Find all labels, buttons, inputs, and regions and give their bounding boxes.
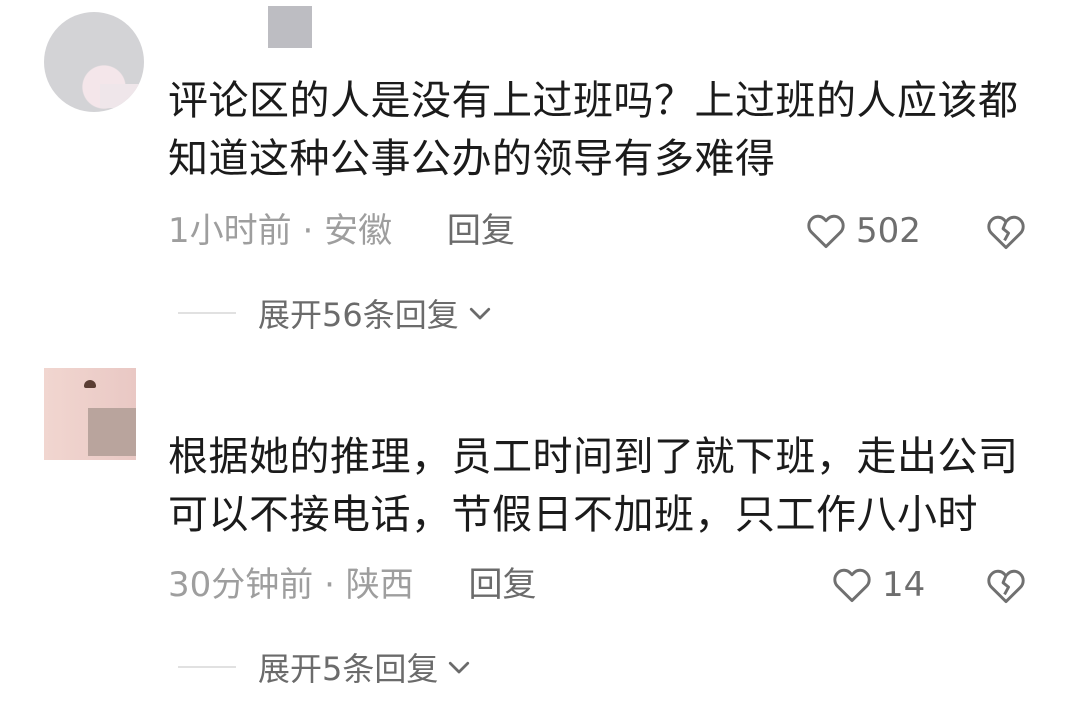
comment-text: 评论区的人是没有上过班吗？上过班的人应该都知道这种公事公办的领导有多难得	[168, 78, 1019, 182]
comment-location: 陕西	[345, 565, 414, 605]
expand-replies-label: 展开56条回复	[258, 296, 459, 334]
broken-heart-icon	[987, 569, 1025, 604]
chevron-down-icon	[469, 307, 490, 320]
comment-location: 安徽	[324, 211, 393, 251]
comment-meta: 30分钟前 · 陕西 回复	[168, 562, 768, 608]
like-button[interactable]: 502	[804, 208, 921, 254]
comment-item: 根据她的推理，员工时间到了就下班，走出公司可以不接电话，节假日不加班，只工作八小…	[0, 360, 1080, 724]
comment-meta: 1小时前 · 安徽 回复	[168, 208, 768, 254]
dislike-button[interactable]	[984, 564, 1028, 608]
divider-line	[178, 666, 236, 668]
expand-replies-button[interactable]: 展开5条回复	[178, 644, 474, 690]
meta-separator: ·	[324, 565, 335, 605]
expand-replies-button[interactable]: 展开56条回复	[178, 290, 495, 336]
broken-heart-icon	[987, 215, 1025, 250]
chevron-down-icon	[449, 661, 470, 674]
divider-line	[178, 312, 236, 314]
reply-button[interactable]: 回复	[469, 565, 537, 605]
username-redacted[interactable]	[268, 6, 312, 48]
expand-replies-label: 展开5条回复	[258, 650, 439, 688]
comment-item: 评论区的人是没有上过班吗？上过班的人应该都知道这种公事公办的领导有多难得 1小时…	[0, 0, 1080, 360]
avatar[interactable]	[44, 368, 136, 460]
meta-separator: ·	[302, 211, 314, 251]
comment-time: 30分钟前	[168, 565, 314, 605]
like-button[interactable]: 14	[830, 562, 925, 608]
reply-button[interactable]: 回复	[447, 211, 515, 251]
like-count: 14	[882, 565, 926, 605]
dislike-button[interactable]	[984, 210, 1028, 254]
avatar[interactable]	[44, 12, 144, 112]
avatar-mosaic	[100, 84, 140, 108]
like-count: 502	[856, 211, 921, 251]
avatar-mosaic	[88, 408, 136, 456]
heart-outline-icon	[833, 568, 871, 603]
heart-outline-icon	[807, 214, 845, 249]
avatar-mosaic	[84, 380, 96, 388]
comment-time: 1小时前	[168, 211, 292, 251]
comment-text: 根据她的推理，员工时间到了就下班，走出公司可以不接电话，节假日不加班，只工作八小…	[168, 434, 1019, 538]
